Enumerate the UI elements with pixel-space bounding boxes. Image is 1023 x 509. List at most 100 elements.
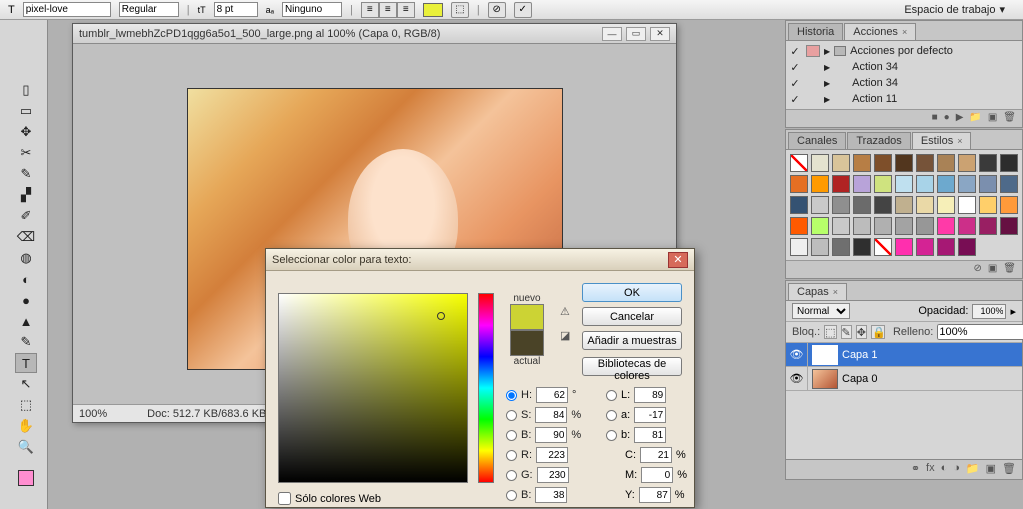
style-swatch[interactable] xyxy=(1000,217,1018,235)
tool-1[interactable]: ▭ xyxy=(15,101,37,121)
style-swatch[interactable] xyxy=(958,196,976,214)
style-swatch[interactable] xyxy=(874,238,892,256)
old-color-swatch[interactable] xyxy=(510,330,544,356)
style-swatch[interactable] xyxy=(790,196,808,214)
style-swatch[interactable] xyxy=(790,154,808,172)
tab-layers[interactable]: Capas× xyxy=(788,283,847,300)
action-row[interactable]: ✓▶Action 34 xyxy=(786,75,1022,91)
style-swatch[interactable] xyxy=(874,154,892,172)
action-row[interactable]: ✓▶Acciones por defecto xyxy=(786,43,1022,59)
tool-5[interactable]: ▞ xyxy=(15,185,37,205)
layer-row[interactable]: 👁TCapa 1 xyxy=(786,343,1022,367)
style-swatch[interactable] xyxy=(895,238,913,256)
style-swatch[interactable] xyxy=(979,196,997,214)
warp-text-button[interactable]: ⬚ xyxy=(451,2,469,18)
s-input[interactable] xyxy=(535,407,567,423)
maximize-button[interactable]: ▭ xyxy=(626,27,646,41)
font-family-select[interactable] xyxy=(23,2,111,17)
style-swatch[interactable] xyxy=(895,196,913,214)
play-icon[interactable]: ▶ xyxy=(956,112,964,125)
visibility-icon[interactable]: 👁 xyxy=(786,343,808,366)
style-swatch[interactable] xyxy=(895,154,913,172)
h-radio[interactable] xyxy=(506,390,517,401)
align-left-button[interactable]: ≡ xyxy=(361,2,379,18)
tab-paths[interactable]: Trazados xyxy=(847,132,910,149)
style-swatch[interactable] xyxy=(937,196,955,214)
tool-13[interactable]: T xyxy=(15,353,37,373)
new-style-icon[interactable]: ▣ xyxy=(988,263,997,276)
workspace-label[interactable]: Espacio de trabajo xyxy=(904,4,995,16)
adjustment-icon[interactable]: ◑ xyxy=(953,462,960,477)
tab-history[interactable]: Historia xyxy=(788,23,843,40)
close-button[interactable]: ✕ xyxy=(650,27,670,41)
style-swatch[interactable] xyxy=(979,154,997,172)
lock-all-icon[interactable]: 🔒 xyxy=(871,325,885,339)
add-swatch-button[interactable]: Añadir a muestras xyxy=(582,331,682,350)
style-swatch[interactable] xyxy=(937,217,955,235)
tool-4[interactable]: ✎ xyxy=(15,164,37,184)
style-swatch[interactable] xyxy=(790,217,808,235)
style-swatch[interactable] xyxy=(853,154,871,172)
gamut-warning-icon[interactable]: ⚠ xyxy=(560,305,574,319)
align-center-button[interactable]: ≡ xyxy=(379,2,397,18)
trash-layer-icon[interactable]: 🗑 xyxy=(1002,462,1016,477)
tool-15[interactable]: ⬚ xyxy=(15,395,37,415)
lab-b-radio[interactable] xyxy=(606,430,617,441)
m-input[interactable] xyxy=(641,467,673,483)
tool-2[interactable]: ✥ xyxy=(15,122,37,142)
style-swatch[interactable] xyxy=(811,154,829,172)
cancel-button[interactable]: Cancelar xyxy=(582,307,682,326)
style-swatch[interactable] xyxy=(832,238,850,256)
web-only-checkbox[interactable] xyxy=(278,492,291,505)
style-swatch[interactable] xyxy=(958,175,976,193)
lock-position-icon[interactable]: ✥ xyxy=(856,325,867,339)
style-swatch[interactable] xyxy=(853,196,871,214)
lock-pixels-icon[interactable]: ✎ xyxy=(841,325,852,339)
saturation-value-box[interactable] xyxy=(278,293,468,483)
align-right-button[interactable]: ≡ xyxy=(397,2,415,18)
style-swatch[interactable] xyxy=(916,238,934,256)
style-swatch[interactable] xyxy=(874,217,892,235)
b-radio[interactable] xyxy=(506,430,517,441)
a-radio[interactable] xyxy=(606,410,617,421)
style-swatch[interactable] xyxy=(832,154,850,172)
style-swatch[interactable] xyxy=(811,238,829,256)
style-swatch[interactable] xyxy=(1000,154,1018,172)
style-swatch[interactable] xyxy=(916,175,934,193)
tab-styles[interactable]: Estilos× xyxy=(912,132,972,149)
opacity-arrow-icon[interactable]: ▸ xyxy=(1010,305,1016,318)
style-swatch[interactable] xyxy=(811,175,829,193)
tool-10[interactable]: ● xyxy=(15,290,37,310)
c-input[interactable] xyxy=(640,447,672,463)
style-swatch[interactable] xyxy=(979,217,997,235)
ok-button[interactable]: OK xyxy=(582,283,682,302)
style-swatch[interactable] xyxy=(832,175,850,193)
blend-mode-select[interactable]: Normal xyxy=(792,303,850,319)
a-input[interactable] xyxy=(634,407,666,423)
style-swatch[interactable] xyxy=(832,217,850,235)
style-swatch[interactable] xyxy=(832,196,850,214)
group-icon[interactable]: 📁 xyxy=(966,462,980,477)
tool-12[interactable]: ✎ xyxy=(15,332,37,352)
fill-input[interactable] xyxy=(937,324,1023,340)
style-swatch[interactable] xyxy=(853,217,871,235)
tool-17[interactable]: 🔍 xyxy=(15,437,37,457)
tool-0[interactable]: ▯ xyxy=(15,80,37,100)
mask-icon[interactable]: ◐ xyxy=(941,462,948,477)
fx-icon[interactable]: fx xyxy=(926,462,935,477)
hue-slider[interactable] xyxy=(478,293,494,483)
antialias-select[interactable] xyxy=(282,2,342,17)
style-swatch[interactable] xyxy=(916,154,934,172)
websafe-warning-icon[interactable]: ◪ xyxy=(560,329,574,343)
action-row[interactable]: ✓▶Action 11 xyxy=(786,91,1022,107)
tab-actions[interactable]: Acciones× xyxy=(844,23,916,40)
l-input[interactable] xyxy=(634,387,666,403)
style-swatch[interactable] xyxy=(811,217,829,235)
style-swatch[interactable] xyxy=(979,175,997,193)
g-radio[interactable] xyxy=(506,470,517,481)
foreground-swatch[interactable] xyxy=(18,470,34,486)
y-input[interactable] xyxy=(639,487,671,503)
style-swatch[interactable] xyxy=(895,175,913,193)
link-layers-icon[interactable]: ⚭ xyxy=(911,462,920,477)
style-swatch[interactable] xyxy=(1000,175,1018,193)
